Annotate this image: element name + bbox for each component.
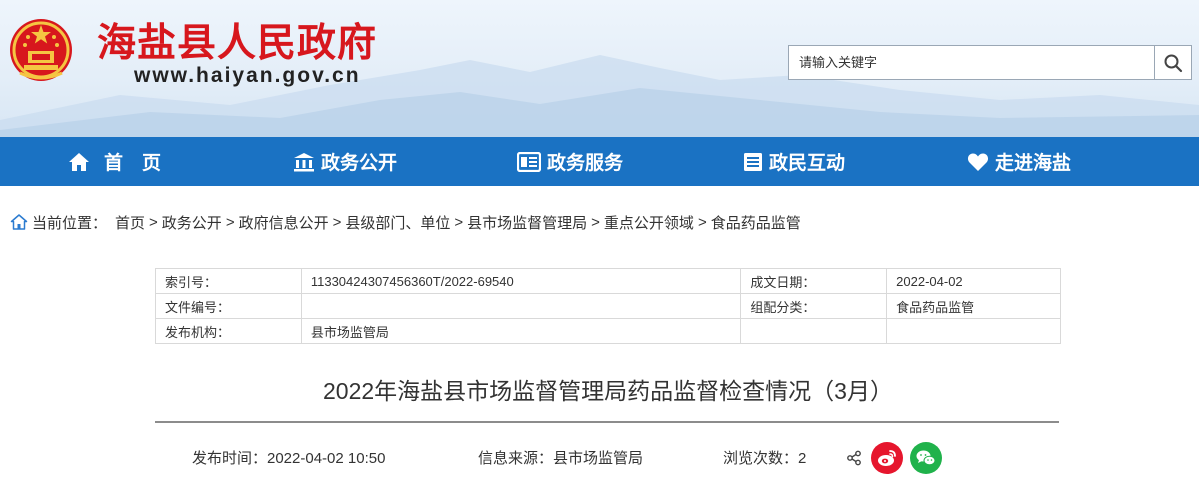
wechat-icon xyxy=(916,450,936,466)
main-nav: 首 页 政务公开 政务服务 政民互动 走进海盐 xyxy=(0,137,1199,186)
service-icon xyxy=(517,151,541,172)
breadcrumb-item-key-areas[interactable]: 重点公开领域 xyxy=(604,212,694,233)
nav-item-label: 政务公开 xyxy=(321,153,398,174)
weibo-icon xyxy=(878,450,896,466)
site-header: 海盐县人民政府 www.haiyan.gov.cn xyxy=(0,0,1199,137)
breadcrumb-separator: > xyxy=(225,213,235,231)
document-meta-table: 索引号： 11330424307456360T/2022-69540 成文日期：… xyxy=(155,268,1061,344)
date-value: 2022-04-02 xyxy=(886,268,1061,294)
wechat-share-button[interactable] xyxy=(910,442,942,474)
view-count: 浏览次数：2 xyxy=(723,450,807,467)
article-title: 2022年海盐县市场监督管理局药品监督检查情况（3月） xyxy=(323,378,893,404)
breadcrumb-separator: > xyxy=(591,213,600,231)
publish-time: 发布时间：2022-04-02 10:50 xyxy=(192,450,386,467)
category-label: 组配分类： xyxy=(740,293,888,319)
breadcrumb: 当前位置： 首页 > 政务公开 > 政府信息公开 > 县级部门、单位 > 县市场… xyxy=(10,210,801,234)
site-url[interactable]: www.haiyan.gov.cn xyxy=(134,64,361,88)
breadcrumb-separator: > xyxy=(697,213,707,231)
breadcrumb-item-food-drug[interactable]: 食品药品监管 xyxy=(711,212,801,233)
breadcrumb-item-home[interactable]: 首页 xyxy=(115,212,145,233)
search-box xyxy=(788,45,1192,80)
doc-no-label: 文件编号： xyxy=(155,293,302,319)
info-source: 信息来源：县市场监管局 xyxy=(478,450,644,467)
nav-item-interaction[interactable]: 政民互动 xyxy=(743,137,845,186)
category-value: 食品药品监管 xyxy=(886,293,1061,319)
empty-cell xyxy=(740,318,888,344)
breadcrumb-separator: > xyxy=(149,213,158,231)
breadcrumb-item-departments[interactable]: 县级部门、单位 xyxy=(345,212,450,233)
table-row: 索引号： 11330424307456360T/2022-69540 成文日期：… xyxy=(155,268,1061,294)
heart-icon xyxy=(967,153,989,171)
nav-item-label: 政务服务 xyxy=(547,153,624,174)
breadcrumb-item-gov-affairs[interactable]: 政务公开 xyxy=(162,212,222,233)
national-emblem-icon xyxy=(10,19,72,81)
breadcrumb-item-market-bureau[interactable]: 县市场监督管理局 xyxy=(467,212,587,233)
nav-item-label: 政民互动 xyxy=(769,153,846,174)
empty-cell xyxy=(886,318,1061,344)
nav-item-label: 走进海盐 xyxy=(995,153,1072,174)
doc-no-value xyxy=(300,293,742,319)
breadcrumb-prefix: 当前位置： xyxy=(32,214,108,232)
breadcrumb-separator: > xyxy=(332,213,342,231)
nav-item-home[interactable]: 首 页 xyxy=(68,137,161,186)
table-row: 文件编号： 组配分类： 食品药品监管 xyxy=(155,293,1061,319)
nav-item-label: 首 页 xyxy=(104,153,162,174)
index-value: 11330424307456360T/2022-69540 xyxy=(300,268,742,294)
home-icon xyxy=(69,152,89,171)
title-divider xyxy=(155,421,1059,423)
publisher-value: 县市场监管局 xyxy=(300,318,742,344)
building-icon xyxy=(294,152,314,171)
nav-item-visit-haiyan[interactable]: 走进海盐 xyxy=(967,137,1071,186)
home-outline-icon xyxy=(10,214,28,230)
interaction-icon xyxy=(744,152,762,171)
breadcrumb-item-info-disclosure[interactable]: 政府信息公开 xyxy=(239,212,329,233)
nav-item-gov-service[interactable]: 政务服务 xyxy=(517,137,623,186)
table-row: 发布机构： 县市场监管局 xyxy=(155,318,1061,344)
breadcrumb-separator: > xyxy=(454,213,464,231)
nav-item-gov-affairs[interactable]: 政务公开 xyxy=(293,137,397,186)
index-label: 索引号： xyxy=(155,268,302,294)
publisher-label: 发布机构： xyxy=(155,318,302,344)
share-icon[interactable] xyxy=(846,450,862,466)
search-icon xyxy=(1164,54,1183,72)
search-button[interactable] xyxy=(1154,46,1191,79)
search-input[interactable] xyxy=(789,46,1154,79)
weibo-share-button[interactable] xyxy=(871,442,903,474)
date-label: 成文日期： xyxy=(740,268,888,294)
site-name[interactable]: 海盐县人民政府 xyxy=(97,12,377,68)
